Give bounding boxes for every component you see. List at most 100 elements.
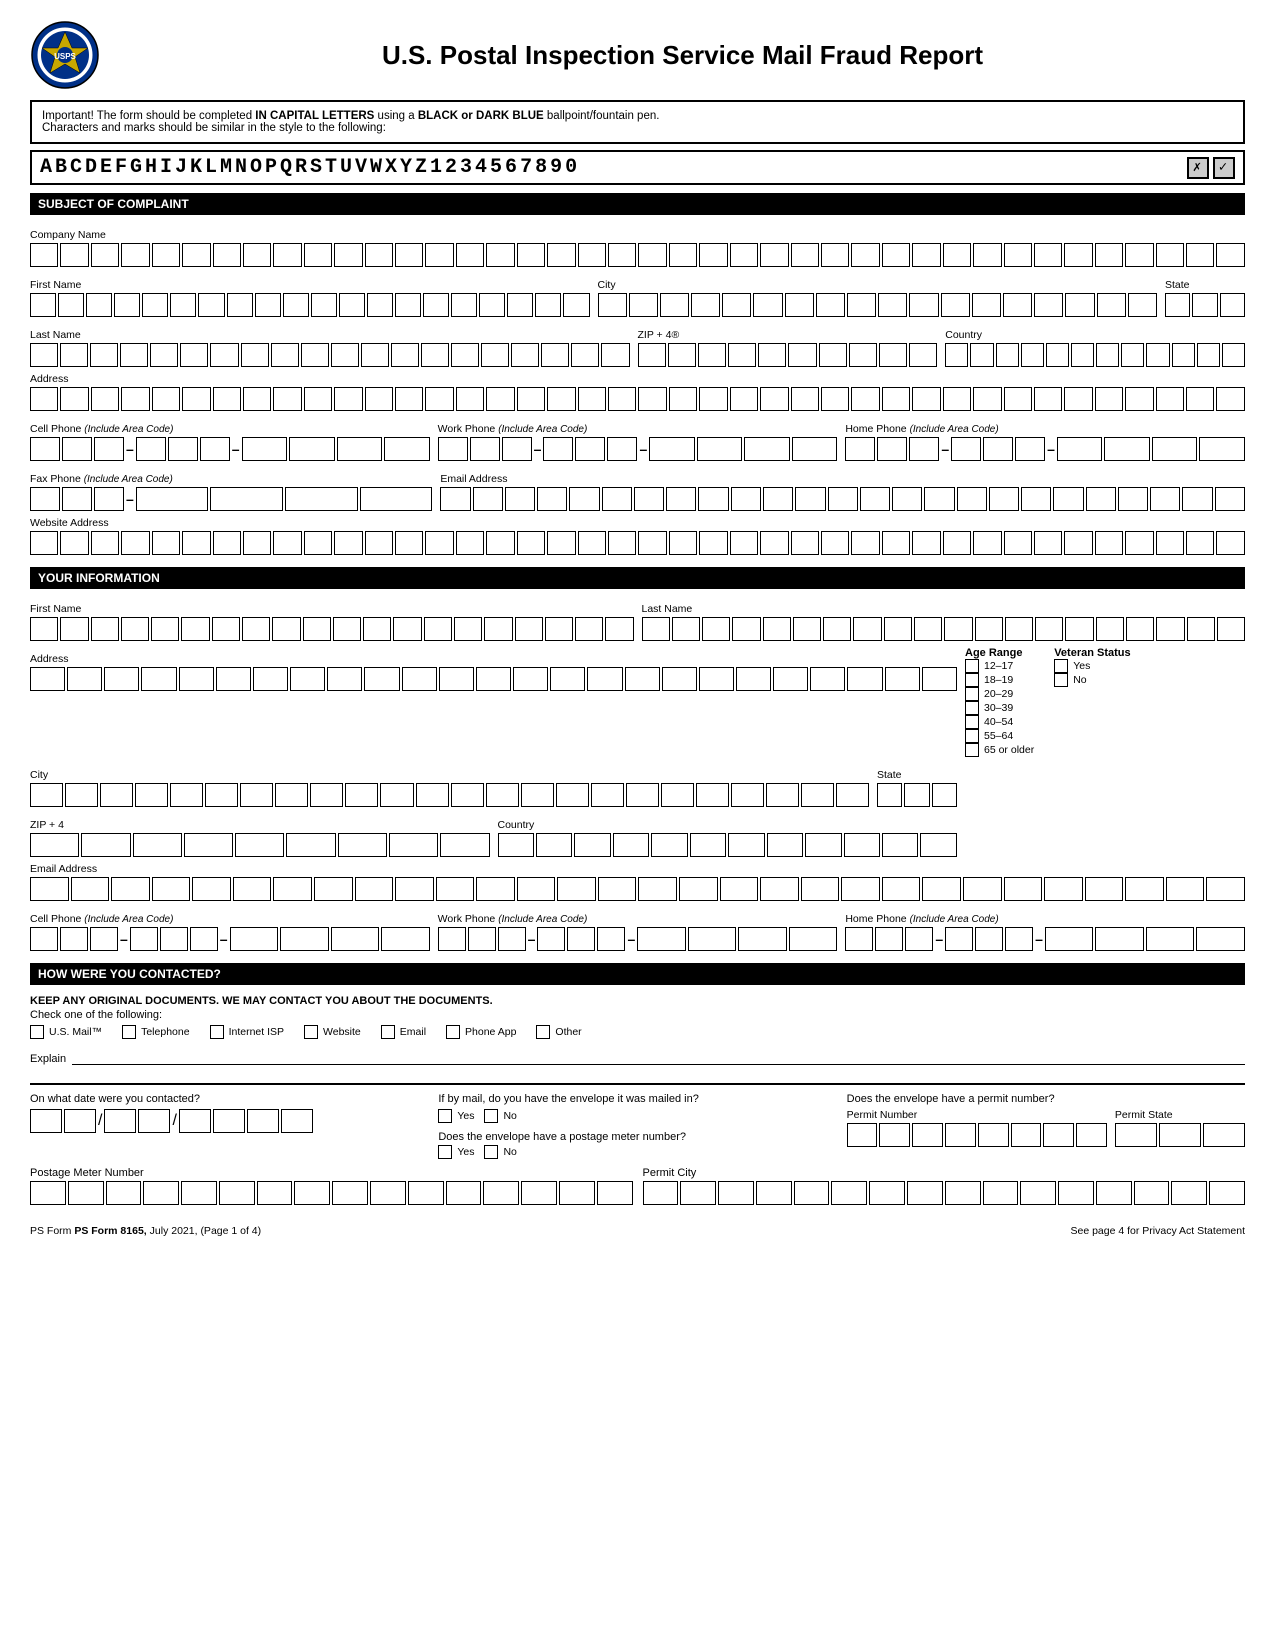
info-country-input[interactable] bbox=[498, 833, 958, 857]
contact-internet-checkbox[interactable] bbox=[210, 1025, 224, 1039]
info-email-input[interactable] bbox=[30, 877, 1245, 901]
veteran-yes[interactable]: Yes bbox=[1054, 659, 1130, 673]
date-input[interactable]: / / bbox=[30, 1109, 428, 1133]
contact-website-checkbox[interactable] bbox=[304, 1025, 318, 1039]
info-homephone-label: Home Phone (Include Area Code) bbox=[845, 913, 1245, 925]
age-20-29[interactable]: 20–29 bbox=[965, 687, 1034, 701]
info-cellphone-input[interactable]: – – bbox=[30, 927, 430, 951]
age-30-39-checkbox[interactable] bbox=[965, 701, 979, 715]
contact-usmail[interactable]: U.S. Mail™ bbox=[30, 1025, 102, 1039]
age-40-54[interactable]: 40–54 bbox=[965, 715, 1034, 729]
age-18-19[interactable]: 18–19 bbox=[965, 673, 1034, 687]
subject-firstname-input[interactable] bbox=[30, 293, 590, 317]
contact-phoneapp-checkbox[interactable] bbox=[446, 1025, 460, 1039]
envelope-yes[interactable]: Yes bbox=[438, 1109, 474, 1123]
subject-state-group: State bbox=[1165, 273, 1245, 317]
company-name-input[interactable] bbox=[30, 243, 1245, 267]
subject-address-input[interactable] bbox=[30, 387, 1245, 411]
postage-yes[interactable]: Yes bbox=[438, 1145, 474, 1159]
postage-no-checkbox[interactable] bbox=[484, 1145, 498, 1159]
envelope-no-checkbox[interactable] bbox=[484, 1109, 498, 1123]
contact-usmail-checkbox[interactable] bbox=[30, 1025, 44, 1039]
info-address-input[interactable] bbox=[30, 667, 957, 691]
age-55-64-checkbox[interactable] bbox=[965, 729, 979, 743]
contact-email-checkbox[interactable] bbox=[381, 1025, 395, 1039]
age-18-19-checkbox[interactable] bbox=[965, 673, 979, 687]
contact-email-label: Email bbox=[400, 1026, 426, 1038]
contact-website[interactable]: Website bbox=[304, 1025, 361, 1039]
permit-state-input[interactable] bbox=[1115, 1123, 1245, 1147]
contact-phoneapp[interactable]: Phone App bbox=[446, 1025, 516, 1039]
age-12-17[interactable]: 12–17 bbox=[965, 659, 1034, 673]
subject-country-label: Country bbox=[945, 329, 1245, 341]
info-lastname-input[interactable] bbox=[642, 617, 1246, 641]
permit-number-input[interactable] bbox=[847, 1123, 1107, 1147]
subject-homephone-input[interactable]: – – bbox=[845, 437, 1245, 461]
age-12-17-checkbox[interactable] bbox=[965, 659, 979, 673]
contact-other[interactable]: Other bbox=[536, 1025, 581, 1039]
subject-cellphone-input[interactable]: – – bbox=[30, 437, 430, 461]
contact-internet[interactable]: Internet ISP bbox=[210, 1025, 284, 1039]
info-city-label: City bbox=[30, 769, 869, 781]
how-contacted-header: HOW WERE YOU CONTACTED? bbox=[30, 963, 1245, 985]
envelope-yes-checkbox[interactable] bbox=[438, 1109, 452, 1123]
subject-workphone-group: Work Phone (Include Area Code) – – bbox=[438, 417, 838, 461]
age-20-29-checkbox[interactable] bbox=[965, 687, 979, 701]
veteran-yes-checkbox[interactable] bbox=[1054, 659, 1068, 673]
age-65plus-checkbox[interactable] bbox=[965, 743, 979, 757]
age-55-64[interactable]: 55–64 bbox=[965, 729, 1034, 743]
veteran-group: Veteran Status Yes No bbox=[1054, 647, 1130, 757]
info-workphone-label: Work Phone (Include Area Code) bbox=[438, 913, 838, 925]
contact-telephone-checkbox[interactable] bbox=[122, 1025, 136, 1039]
date-contacted-group: On what date were you contacted? / / bbox=[30, 1093, 428, 1159]
info-lastname-label: Last Name bbox=[642, 603, 1246, 615]
subject-zip-input[interactable] bbox=[638, 343, 938, 367]
page-header: USPS U.S. Postal Inspection Service Mail… bbox=[30, 20, 1245, 90]
postage-no[interactable]: No bbox=[484, 1145, 516, 1159]
how-contacted-section: HOW WERE YOU CONTACTED? KEEP ANY ORIGINA… bbox=[30, 963, 1245, 1069]
age-40-54-checkbox[interactable] bbox=[965, 715, 979, 729]
age-veteran-container: Age Range 12–17 18–19 20–29 30–39 40–54 … bbox=[965, 647, 1245, 757]
subject-zip-group: ZIP + 4® bbox=[638, 323, 938, 367]
subject-workphone-input[interactable]: – – bbox=[438, 437, 838, 461]
subject-address-label: Address bbox=[30, 373, 1245, 385]
instruction-line1: Important! The form should be completed … bbox=[42, 110, 659, 134]
subject-city-input[interactable] bbox=[598, 293, 1158, 317]
subject-zip-label: ZIP + 4® bbox=[638, 329, 938, 341]
info-firstname-label: First Name bbox=[30, 603, 634, 615]
info-homephone-input[interactable]: – – bbox=[845, 927, 1245, 951]
info-city-input[interactable] bbox=[30, 783, 869, 807]
subject-website-input[interactable] bbox=[30, 531, 1245, 555]
info-firstname-input[interactable] bbox=[30, 617, 634, 641]
subject-lastname-input[interactable] bbox=[30, 343, 630, 367]
subject-state-input[interactable] bbox=[1165, 293, 1245, 317]
permit-row: Permit Number Permit State bbox=[847, 1109, 1245, 1147]
date-contacted-label: On what date were you contacted? bbox=[30, 1093, 428, 1105]
permit-group: Does the envelope have a permit number? … bbox=[847, 1093, 1245, 1159]
postage-meter-input[interactable] bbox=[30, 1181, 633, 1205]
contact-other-checkbox[interactable] bbox=[536, 1025, 550, 1039]
permit-state-group: Permit State bbox=[1115, 1109, 1245, 1147]
permit-city-input[interactable] bbox=[643, 1181, 1246, 1205]
info-firstname-group: First Name bbox=[30, 597, 634, 641]
your-info-header: YOUR INFORMATION bbox=[30, 567, 1245, 589]
info-state-input[interactable] bbox=[877, 783, 957, 807]
info-zip-input[interactable] bbox=[30, 833, 490, 857]
veteran-no[interactable]: No bbox=[1054, 673, 1130, 687]
subject-fax-input[interactable]: – bbox=[30, 487, 432, 511]
info-workphone-input[interactable]: – – bbox=[438, 927, 838, 951]
contact-telephone-label: Telephone bbox=[141, 1026, 189, 1038]
info-address-group: Address bbox=[30, 647, 957, 757]
explain-line[interactable] bbox=[72, 1049, 1245, 1065]
info-zip-group: ZIP + 4 bbox=[30, 813, 490, 857]
contact-telephone[interactable]: Telephone bbox=[122, 1025, 189, 1039]
age-30-39[interactable]: 30–39 bbox=[965, 701, 1034, 715]
envelope-no[interactable]: No bbox=[484, 1109, 516, 1123]
subject-country-input[interactable] bbox=[945, 343, 1245, 367]
contact-email[interactable]: Email bbox=[381, 1025, 426, 1039]
age-65plus[interactable]: 65 or older bbox=[965, 743, 1034, 757]
envelope-group: If by mail, do you have the envelope it … bbox=[438, 1093, 836, 1159]
subject-email-input[interactable] bbox=[440, 487, 1245, 511]
veteran-no-checkbox[interactable] bbox=[1054, 673, 1068, 687]
postage-yes-checkbox[interactable] bbox=[438, 1145, 452, 1159]
